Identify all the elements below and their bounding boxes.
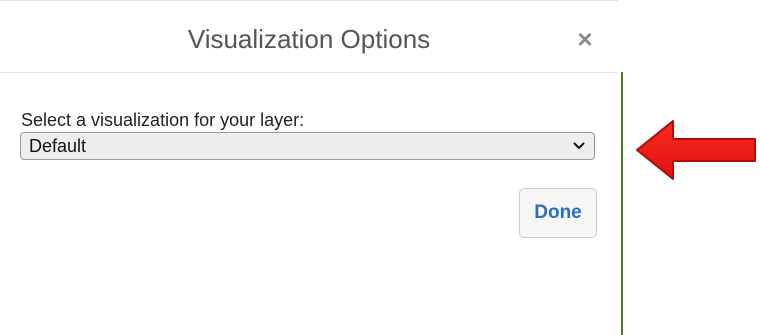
- screen: Visualization Options × Select a visuali…: [0, 0, 760, 335]
- close-button[interactable]: ×: [572, 23, 598, 55]
- dialog-title: Visualization Options: [187, 24, 431, 54]
- red-arrow-left-icon: [636, 120, 756, 180]
- dialog-header: Visualization Options ×: [0, 1, 618, 73]
- chevron-down-icon: [573, 142, 585, 149]
- visualization-select-label: Select a visualization for your layer:: [21, 110, 305, 130]
- visualization-select[interactable]: Default: [20, 132, 595, 160]
- background-window-edge: [621, 72, 623, 335]
- done-button[interactable]: Done: [519, 188, 597, 238]
- visualization-options-dialog: Visualization Options × Select a visuali…: [0, 0, 618, 335]
- visualization-select-value: Default: [29, 136, 87, 156]
